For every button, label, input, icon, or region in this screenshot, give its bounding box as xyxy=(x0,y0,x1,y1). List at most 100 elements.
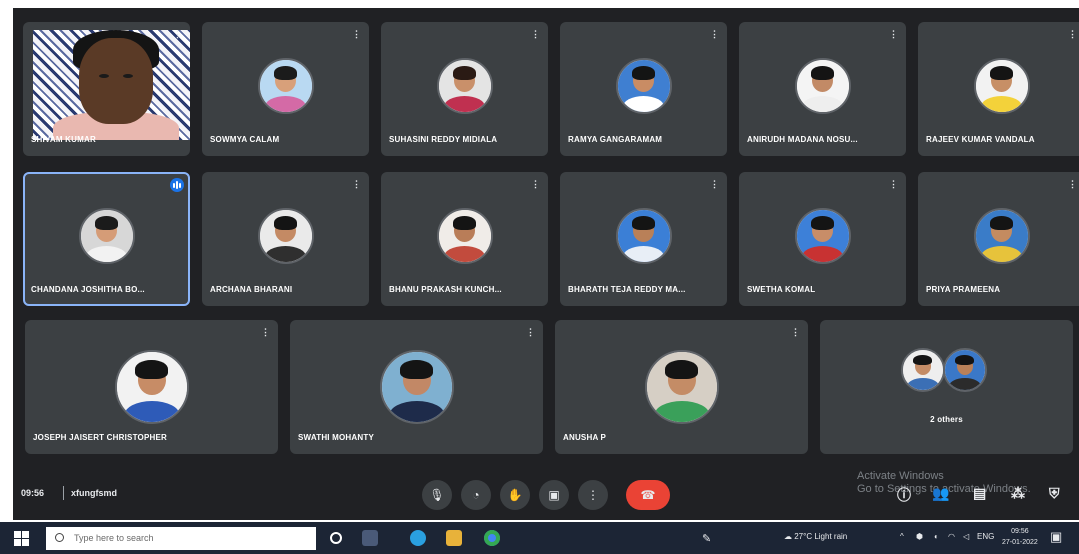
participant-tile[interactable]: ⋮ SWATHI MOHANTY xyxy=(290,320,543,454)
participant-avatar xyxy=(436,58,493,114)
search-placeholder: Type here to search xyxy=(74,533,154,543)
participant-name: SUHASINI REDDY MIDIALA xyxy=(389,135,498,144)
participant-name: SOWMYA CALAM xyxy=(210,135,280,144)
volume-icon[interactable]: ◁ xyxy=(963,532,969,541)
participant-name: RAMYA GANGARAMAM xyxy=(568,135,663,144)
more-options-icon[interactable]: ⋮ xyxy=(173,30,182,39)
edge-browser-icon[interactable] xyxy=(410,530,426,546)
participant-tile[interactable]: ⋮ ANUSHA P xyxy=(555,320,808,454)
participant-tile[interactable]: ⋮ SUHASINI REDDY MIDIALA xyxy=(381,22,548,156)
participant-avatar xyxy=(794,208,851,264)
present-screen-button[interactable]: ▣ xyxy=(539,480,569,510)
participant-tile[interactable]: ⋮ SOWMYA CALAM xyxy=(202,22,369,156)
more-options-icon[interactable]: ⋮ xyxy=(526,328,535,337)
divider xyxy=(63,486,64,500)
participant-avatar xyxy=(794,58,851,114)
more-options-icon[interactable]: ⋮ xyxy=(531,30,540,39)
more-options-icon[interactable]: ⋮ xyxy=(889,180,898,189)
participant-avatar xyxy=(379,350,454,424)
clock-date: 27-01-2022 xyxy=(1002,539,1038,546)
search-icon xyxy=(55,533,64,542)
more-options-icon[interactable]: ⋮ xyxy=(531,180,540,189)
participant-name: SHIVAM KUMAR xyxy=(31,135,96,144)
participant-name: SWETHA KOMAL xyxy=(747,285,816,294)
more-options-icon[interactable]: ⋮ xyxy=(352,30,361,39)
participant-tile[interactable]: ⋮ RAMYA GANGARAMAM xyxy=(560,22,727,156)
participant-avatar xyxy=(644,350,719,424)
participant-tile[interactable]: ⋮ ARCHANA BHARANI xyxy=(202,172,369,306)
meeting-time: 09:56 xyxy=(21,488,45,498)
more-options-icon[interactable]: ⋮ xyxy=(710,180,719,189)
participant-avatar xyxy=(973,208,1030,264)
captions-button[interactable]: ◔ xyxy=(461,480,491,510)
network-icon[interactable]: ◐ xyxy=(934,532,939,541)
participant-name: ANIRUDH MADANA NOSU... xyxy=(747,135,858,144)
cortana-icon[interactable] xyxy=(330,532,342,544)
windows-taskbar: Type here to search ✎ ☁ 27°C Light rain … xyxy=(0,522,1079,554)
microphone-icon: 🎙 xyxy=(429,488,445,502)
microsoft-store-icon[interactable]: ⬢ xyxy=(916,532,923,541)
more-options-icon[interactable]: ⋮ xyxy=(261,328,270,337)
participant-avatar xyxy=(942,348,987,392)
more-options-icon: ⋮ xyxy=(587,488,599,502)
participant-name: CHANDANA JOSHITHA BO... xyxy=(31,285,145,294)
raise-hand-button[interactable]: ✋ xyxy=(500,480,530,510)
weather-text: 27°C Light rain xyxy=(794,532,848,541)
microphone-button[interactable]: 🎙 xyxy=(422,480,452,510)
participant-tile[interactable]: ⋮ RAJEEV KUMAR VANDALA xyxy=(918,22,1079,156)
more-options-icon[interactable]: ⋮ xyxy=(1068,30,1077,39)
participant-tile[interactable]: ⋮ SWETHA KOMAL xyxy=(739,172,906,306)
more-options-icon[interactable]: ⋮ xyxy=(791,328,800,337)
participant-tile[interactable]: CHANDANA JOSHITHA BO... xyxy=(23,172,190,306)
participant-name: ANUSHA P xyxy=(563,433,607,442)
participant-tile[interactable]: ⋮ JOSEPH JAISERT CHRISTOPHER xyxy=(25,320,278,454)
pen-icon[interactable]: ✎ xyxy=(702,532,711,545)
taskbar-clock[interactable]: 09:56 27-01-2022 xyxy=(1002,526,1038,548)
meeting-code: xfungfsmd xyxy=(71,488,117,498)
participant-avatar xyxy=(257,208,314,264)
participant-tile[interactable]: ⋮ SHIVAM KUMAR xyxy=(23,22,190,156)
participant-name: JOSEPH JAISERT CHRISTOPHER xyxy=(33,433,167,442)
participant-avatar xyxy=(973,58,1030,114)
wifi-icon[interactable]: ◠ xyxy=(948,532,955,541)
participant-tile[interactable]: ⋮ PRIYA PRAMEENA xyxy=(918,172,1079,306)
notifications-icon[interactable]: ▣ xyxy=(1050,529,1062,545)
participant-avatar xyxy=(436,208,493,264)
participant-name: BHANU PRAKASH KUNCH... xyxy=(389,285,502,294)
participant-name: ARCHANA BHARANI xyxy=(210,285,293,294)
control-bar: 09:56 xfungfsmd 🎙 ◔ ✋ ▣ ⋮ ☎ Activate Win… xyxy=(13,470,1079,520)
participant-name: PRIYA PRAMEENA xyxy=(926,285,1001,294)
host-controls-icon[interactable]: ⛨ xyxy=(1049,485,1060,502)
more-options-icon[interactable]: ⋮ xyxy=(889,30,898,39)
more-options-icon[interactable]: ⋮ xyxy=(1068,180,1077,189)
participant-avatar xyxy=(114,350,189,424)
speaking-indicator-icon xyxy=(170,178,184,192)
participant-tile[interactable]: 2 others xyxy=(820,320,1073,454)
language-icon[interactable]: ENG xyxy=(977,532,994,541)
participant-avatar xyxy=(78,208,135,264)
taskbar-search[interactable]: Type here to search xyxy=(46,527,316,550)
participant-tile[interactable]: ⋮ BHARATH TEJA REDDY MA... xyxy=(560,172,727,306)
participant-avatar xyxy=(615,208,672,264)
participant-tile[interactable]: ⋮ BHANU PRAKASH KUNCH... xyxy=(381,172,548,306)
weather-status[interactable]: ☁ 27°C Light rain xyxy=(784,532,847,541)
file-explorer-icon[interactable] xyxy=(446,530,462,546)
end-call-button[interactable]: ☎ xyxy=(626,480,670,510)
participant-tile[interactable]: ⋮ ANIRUDH MADANA NOSU... xyxy=(739,22,906,156)
chat-icon[interactable]: ▤ xyxy=(973,485,986,502)
watermark-title: Activate Windows xyxy=(857,470,944,482)
start-button[interactable] xyxy=(14,531,29,546)
info-icon[interactable]: ⓘ xyxy=(897,485,911,505)
activities-icon[interactable]: ⁂ xyxy=(1011,485,1025,502)
task-view-icon[interactable] xyxy=(362,530,378,546)
more-options-button[interactable]: ⋮ xyxy=(578,480,608,510)
more-options-icon[interactable]: ⋮ xyxy=(710,30,719,39)
chrome-browser-icon[interactable] xyxy=(484,530,500,546)
participant-name: SWATHI MOHANTY xyxy=(298,433,374,442)
clock-time: 09:56 xyxy=(1011,528,1029,535)
participant-grid: ⋮ SHIVAM KUMAR ⋮ SOWMYA CALAM ⋮ SUHASINI REDD… xyxy=(13,8,1079,470)
people-icon[interactable]: 👥 xyxy=(932,485,949,502)
more-options-icon[interactable]: ⋮ xyxy=(352,180,361,189)
tray-expand-icon[interactable]: ^ xyxy=(900,532,904,541)
end-call-icon: ☎ xyxy=(640,488,656,502)
